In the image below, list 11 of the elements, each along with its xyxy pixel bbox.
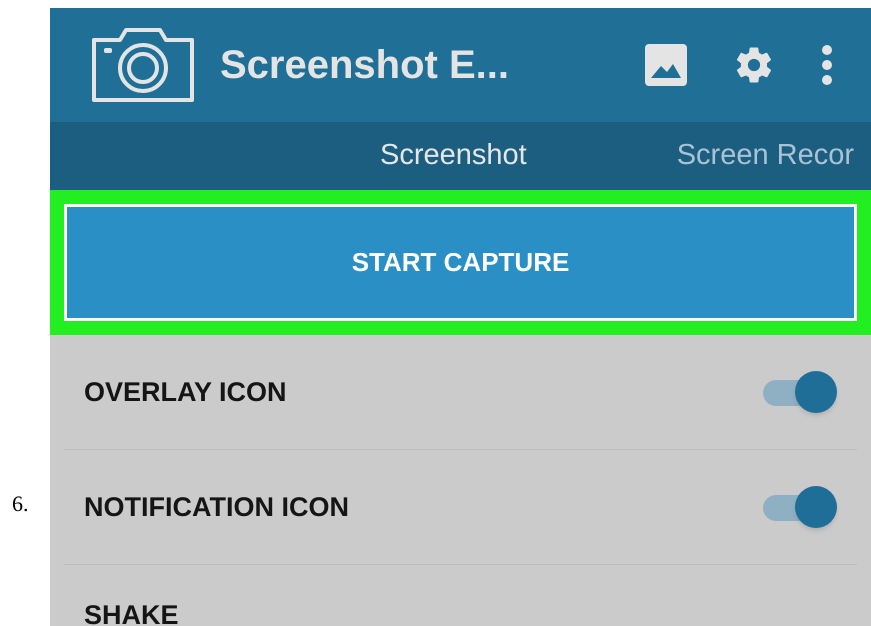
tab[interactable]: Screenshot [380, 134, 527, 178]
camera-icon [90, 26, 196, 104]
setting-label: NOTIFICATION ICON [84, 490, 349, 524]
setting-label: SHAKE [84, 599, 179, 626]
image-icon[interactable] [645, 44, 687, 86]
start-capture-button[interactable]: START CAPTURE [64, 204, 857, 321]
more-options-icon[interactable] [821, 44, 833, 86]
app-title: Screenshot E... [220, 42, 509, 89]
setting-label: OVERLAY ICON [84, 376, 287, 409]
step-number: 6. [12, 490, 30, 518]
tab[interactable]: Screen Recor [676, 134, 854, 178]
